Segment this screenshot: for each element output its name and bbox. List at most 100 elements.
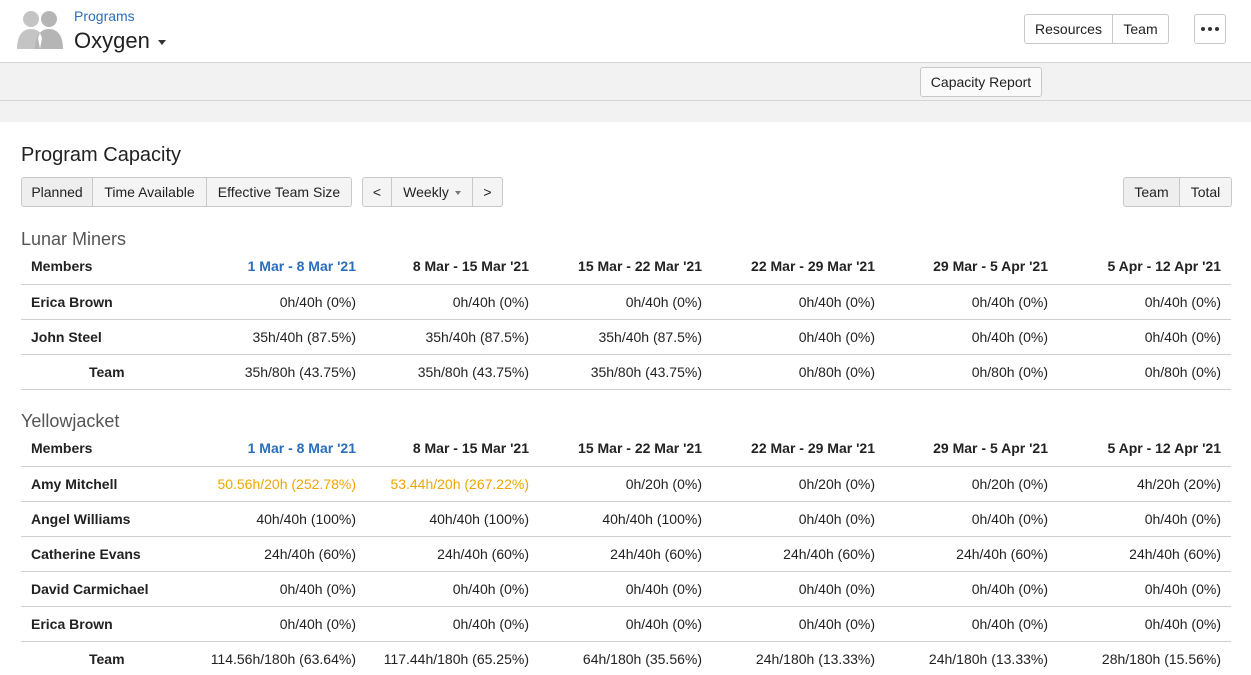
capacity-cell: 0h/40h (0%) [885, 606, 1058, 642]
period-column-header: 8 Mar - 15 Mar '21 [366, 249, 539, 285]
member-name: Catherine Evans [21, 536, 193, 572]
table-row: Amy Mitchell 50.56h/20h (252.78%) 53.44h… [21, 466, 1231, 502]
capacity-cell: 0h/40h (0%) [1058, 571, 1231, 607]
capacity-cell: 24h/40h (60%) [193, 536, 366, 572]
capacity-cell: 0h/40h (0%) [1058, 284, 1231, 320]
header-tabs: Resources Team [1024, 14, 1169, 44]
more-options-icon [1201, 27, 1219, 31]
capacity-cell: 0h/40h (0%) [1058, 606, 1231, 642]
capacity-cell: 0h/20h (0%) [712, 466, 885, 502]
capacity-cell: 24h/40h (60%) [1058, 536, 1231, 572]
capacity-cell: 35h/40h (87.5%) [193, 319, 366, 355]
capacity-cell: 0h/40h (0%) [366, 284, 539, 320]
capacity-cell: 0h/40h (0%) [885, 501, 1058, 537]
capacity-cell: 0h/40h (0%) [712, 284, 885, 320]
members-column-header: Members [21, 431, 193, 467]
capacity-cell: 24h/40h (60%) [539, 536, 712, 572]
team-total-cell: 24h/180h (13.33%) [885, 641, 1058, 675]
capacity-cell-over: 53.44h/20h (267.22%) [366, 466, 539, 502]
capacity-cell: 40h/40h (100%) [366, 501, 539, 537]
period-column-header: 22 Mar - 29 Mar '21 [712, 249, 885, 285]
more-options-button[interactable] [1194, 14, 1226, 44]
team-total-cell: 114.56h/180h (63.64%) [193, 641, 366, 675]
toolbar: Capacity Report [0, 63, 1251, 101]
team-total-cell: 28h/180h (15.56%) [1058, 641, 1231, 675]
program-name: Oxygen [74, 28, 150, 53]
capacity-cell: 0h/20h (0%) [885, 466, 1058, 502]
caret-down-icon [157, 40, 166, 45]
capacity-cell: 0h/40h (0%) [539, 284, 712, 320]
next-period-button[interactable]: > [473, 177, 503, 207]
period-label: Weekly [403, 184, 449, 200]
metric-tabs: Planned Time Available Effective Team Si… [21, 177, 352, 207]
capacity-cell: 0h/40h (0%) [885, 571, 1058, 607]
capacity-report-button[interactable]: Capacity Report [920, 67, 1042, 97]
team-total-cell: 24h/180h (13.33%) [712, 641, 885, 675]
team-total-cell: 35h/80h (43.75%) [539, 354, 712, 390]
team-total-cell: 0h/80h (0%) [1058, 354, 1231, 390]
period-column-header: 29 Mar - 5 Apr '21 [885, 431, 1058, 467]
tab-total[interactable]: Total [1180, 177, 1232, 207]
tab-time-available[interactable]: Time Available [93, 177, 207, 207]
capacity-cell: 0h/40h (0%) [712, 571, 885, 607]
team-total-cell: 35h/80h (43.75%) [193, 354, 366, 390]
program-selector[interactable]: Oxygen [74, 28, 166, 54]
period-column-header: 22 Mar - 29 Mar '21 [712, 431, 885, 467]
table-row: Erica Brown 0h/40h (0%) 0h/40h (0%) 0h/4… [21, 606, 1231, 642]
period-selector[interactable]: Weekly [392, 177, 473, 207]
top-bar: Programs Oxygen Resources Team [0, 0, 1251, 63]
capacity-cell: 35h/40h (87.5%) [366, 319, 539, 355]
member-name: David Carmichael [21, 571, 193, 607]
capacity-cell: 0h/40h (0%) [539, 571, 712, 607]
team-total-row: Team 114.56h/180h (63.64%) 117.44h/180h … [21, 641, 1231, 675]
period-navigation: < Weekly > [362, 177, 503, 207]
capacity-cell: 40h/40h (100%) [193, 501, 366, 537]
team-total-cell: 64h/180h (35.56%) [539, 641, 712, 675]
tab-effective-team-size[interactable]: Effective Team Size [207, 177, 352, 207]
tab-planned[interactable]: Planned [21, 177, 93, 207]
table-row: John Steel 35h/40h (87.5%) 35h/40h (87.5… [21, 319, 1231, 355]
team-total-cell: 35h/80h (43.75%) [366, 354, 539, 390]
table-row: Angel Williams 40h/40h (100%) 40h/40h (1… [21, 501, 1231, 537]
team-total-label: Team [21, 641, 193, 675]
capacity-cell: 40h/40h (100%) [539, 501, 712, 537]
capacity-cell: 35h/40h (87.5%) [539, 319, 712, 355]
period-column-header: 1 Mar - 8 Mar '21 [193, 249, 366, 285]
capacity-cell: 0h/40h (0%) [885, 319, 1058, 355]
period-column-header: 29 Mar - 5 Apr '21 [885, 249, 1058, 285]
period-column-header: 15 Mar - 22 Mar '21 [539, 249, 712, 285]
table-row: David Carmichael 0h/40h (0%) 0h/40h (0%)… [21, 571, 1231, 607]
program-avatar-icon [17, 11, 63, 49]
capacity-cell: 0h/40h (0%) [366, 606, 539, 642]
team-total-cell: 117.44h/180h (65.25%) [366, 641, 539, 675]
capacity-cell: 0h/40h (0%) [539, 606, 712, 642]
previous-period-button[interactable]: < [362, 177, 392, 207]
team-total-cell: 0h/80h (0%) [885, 354, 1058, 390]
team-title: Yellowjacket [21, 411, 120, 431]
breadcrumb-programs[interactable]: Programs [74, 8, 135, 24]
view-tabs: Team Total [1123, 177, 1232, 207]
capacity-cell: 0h/40h (0%) [712, 501, 885, 537]
table-header-row: Members 1 Mar - 8 Mar '21 8 Mar - 15 Mar… [21, 431, 1231, 467]
team-button[interactable]: Team [1113, 14, 1169, 44]
resources-button[interactable]: Resources [1024, 14, 1113, 44]
capacity-table-yellowjacket: Members 1 Mar - 8 Mar '21 8 Mar - 15 Mar… [21, 431, 1231, 675]
period-column-header: 15 Mar - 22 Mar '21 [539, 431, 712, 467]
capacity-cell: 0h/40h (0%) [712, 606, 885, 642]
member-name: Angel Williams [21, 501, 193, 537]
capacity-cell: 0h/40h (0%) [193, 571, 366, 607]
members-column-header: Members [21, 249, 193, 285]
team-total-cell: 0h/80h (0%) [712, 354, 885, 390]
capacity-cell: 0h/40h (0%) [1058, 501, 1231, 537]
team-total-label: Team [21, 354, 193, 390]
team-total-row: Team 35h/80h (43.75%) 35h/80h (43.75%) 3… [21, 354, 1231, 390]
tab-team[interactable]: Team [1123, 177, 1180, 207]
capacity-cell: 4h/20h (20%) [1058, 466, 1231, 502]
capacity-cell: 0h/40h (0%) [712, 319, 885, 355]
capacity-cell: 0h/40h (0%) [193, 606, 366, 642]
member-name: Erica Brown [21, 284, 193, 320]
capacity-cell: 24h/40h (60%) [885, 536, 1058, 572]
member-name: Amy Mitchell [21, 466, 193, 502]
capacity-cell: 24h/40h (60%) [712, 536, 885, 572]
capacity-cell: 0h/40h (0%) [366, 571, 539, 607]
